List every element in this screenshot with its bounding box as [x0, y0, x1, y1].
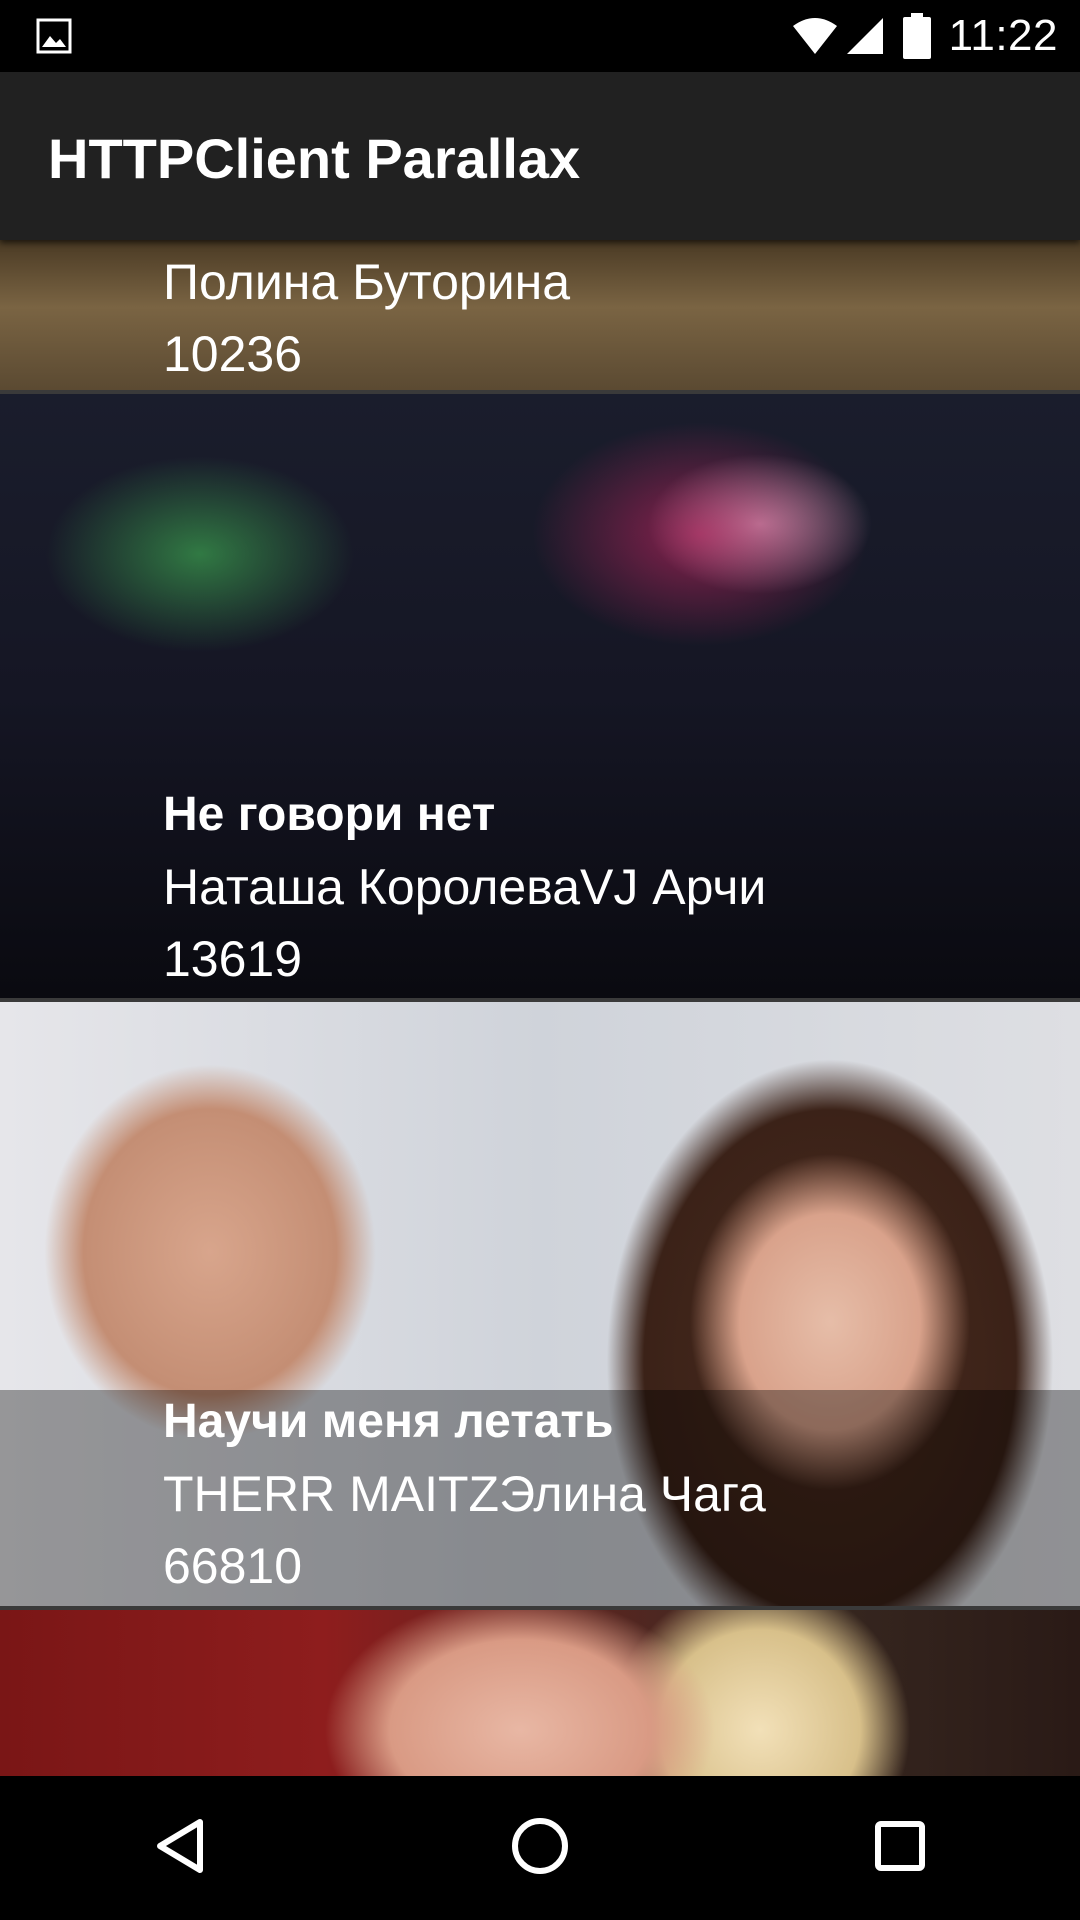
item-views: 10236: [163, 326, 303, 382]
video-list[interactable]: Полина Буторина 10236 Не говори нет Ната…: [0, 240, 1080, 1776]
status-bar: 11:22: [0, 0, 1080, 72]
item-artist: Полина Буторина: [163, 254, 571, 310]
list-item[interactable]: Полина Буторина 10236: [0, 240, 1080, 394]
gallery-icon: [36, 18, 72, 54]
clock: 11:22: [948, 11, 1058, 60]
list-item[interactable]: Не говори нет Наташа КоролеваVJ Арчи 136…: [0, 394, 1080, 1002]
list-item[interactable]: [0, 1610, 1080, 1776]
item-artist: THERR MAITZЭлина Чага: [163, 1466, 766, 1522]
recents-icon: [874, 1820, 926, 1877]
app-bar: HTTPClient Parallax: [0, 72, 1080, 240]
home-icon: [510, 1816, 570, 1881]
status-icons: 11:22: [791, 0, 1058, 72]
item-views: 66810: [163, 1538, 303, 1594]
item-title: Не говори нет: [163, 788, 496, 841]
app-title: HTTPClient Parallax: [48, 127, 581, 190]
signal-icon: [845, 16, 885, 56]
recents-button[interactable]: [840, 1788, 960, 1908]
thumbnail-image: [0, 1610, 1080, 1776]
home-button[interactable]: [480, 1788, 600, 1908]
item-title: Научи меня летать: [163, 1395, 614, 1448]
item-views: 13619: [163, 931, 303, 987]
wifi-icon: [791, 16, 839, 56]
battery-icon: [902, 13, 931, 59]
navigation-bar: [0, 1776, 1080, 1920]
back-button[interactable]: [120, 1788, 240, 1908]
list-item[interactable]: Научи меня летать THERR MAITZЭлина Чага …: [0, 1002, 1080, 1610]
item-artist: Наташа КоролеваVJ Арчи: [163, 859, 767, 915]
back-icon: [152, 1816, 208, 1881]
